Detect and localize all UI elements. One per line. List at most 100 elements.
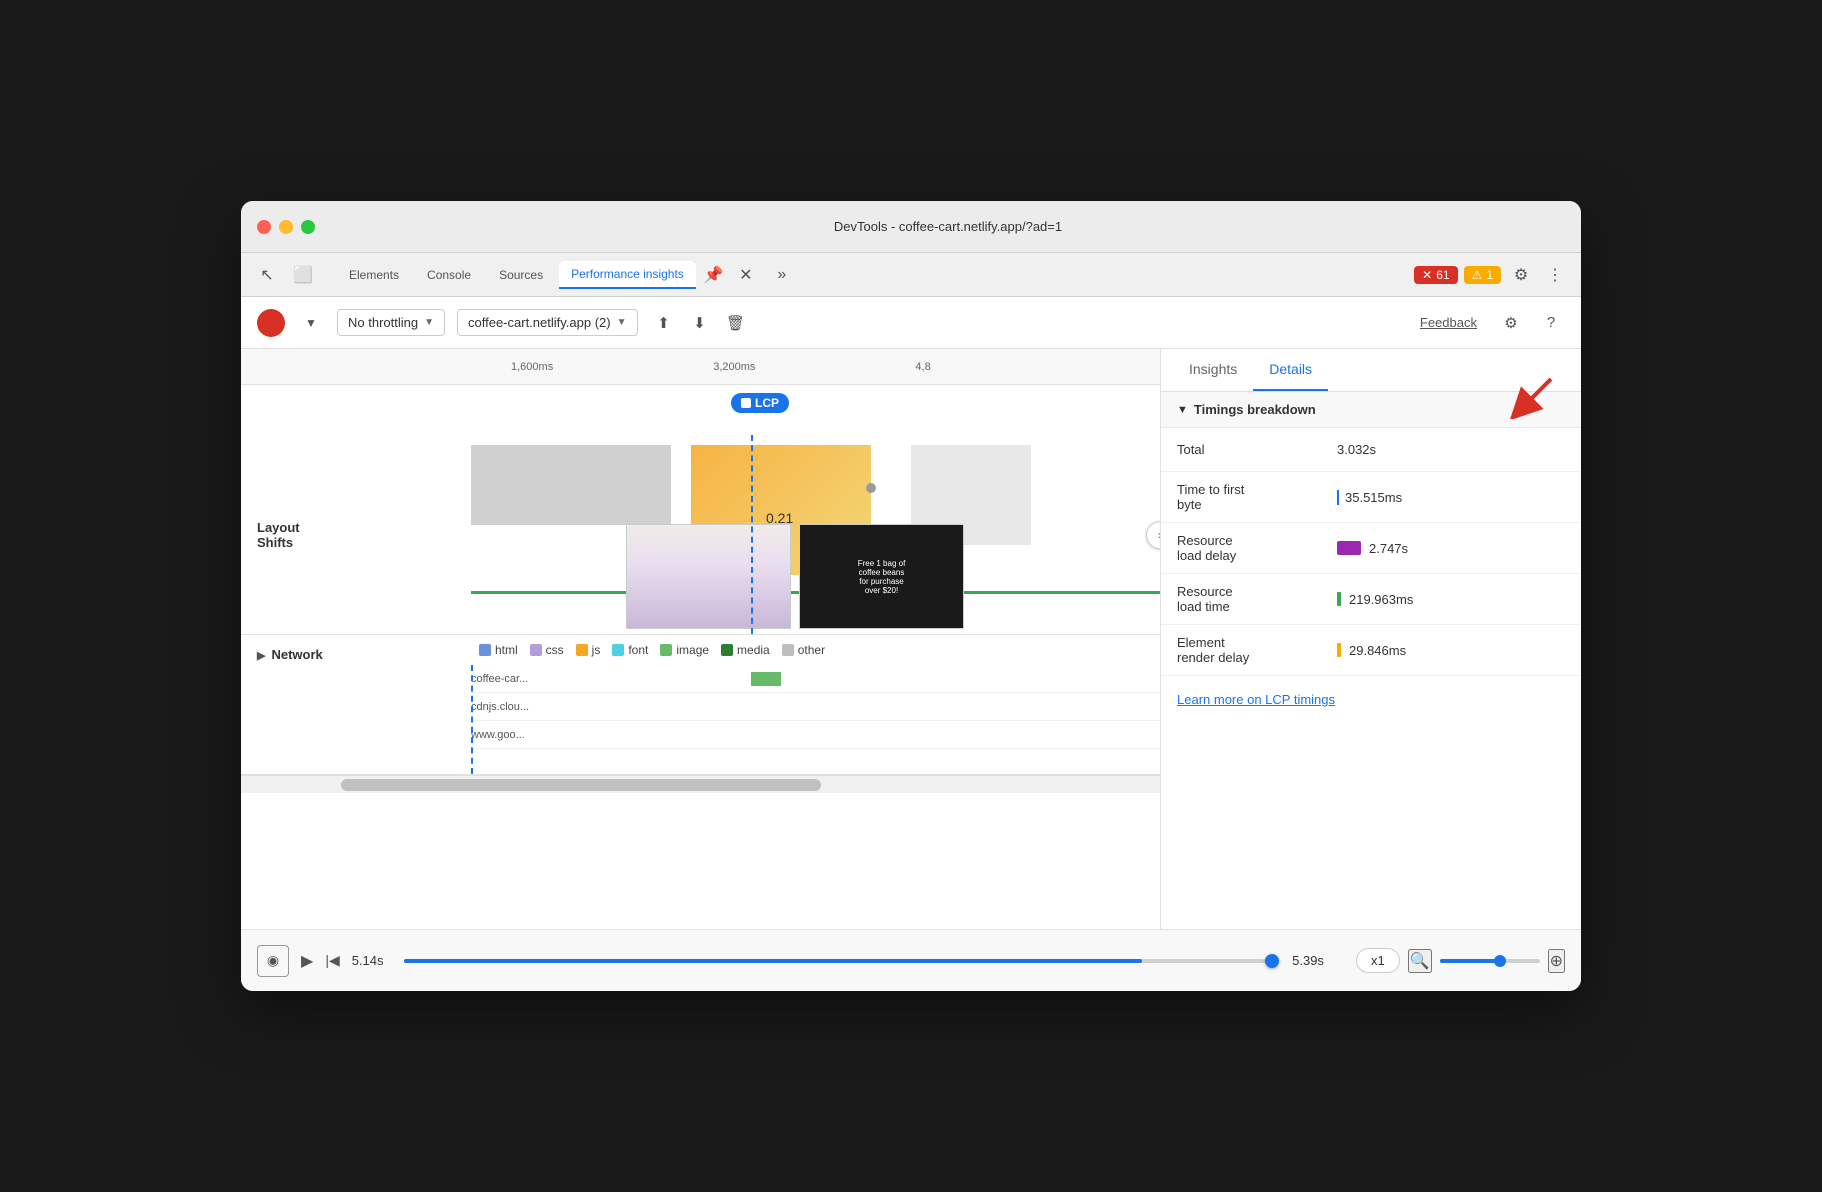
thumbnails: Free 1 bag ofcoffee beansfor purchaseove… — [626, 524, 964, 629]
slider-thumb[interactable] — [1265, 954, 1279, 968]
timing-value-rld: 2.747s — [1337, 541, 1408, 556]
network-area: ▶ Network html css — [241, 635, 1160, 775]
delete-icon[interactable]: 🗑 — [722, 309, 750, 337]
timing-row-erd: Elementrender delay 29.846ms — [1161, 625, 1581, 676]
close-button[interactable] — [257, 220, 271, 234]
minimize-button[interactable] — [279, 220, 293, 234]
network-row-3[interactable]: www.goo... — [471, 721, 1160, 749]
pin-icon[interactable]: 📌 — [700, 261, 728, 289]
learn-more-link[interactable]: Learn more on LCP timings — [1161, 676, 1581, 723]
upload-icon[interactable]: ⬆ — [650, 309, 678, 337]
zoom-in-icon[interactable]: ⊕ — [1548, 949, 1565, 973]
ruler-mark-1: 1,600ms — [511, 361, 553, 373]
network-label[interactable]: ▶ Network — [241, 635, 471, 774]
tab-bar-right: ✕ 61 ⚠ 1 ⚙ ⋮ — [1414, 261, 1569, 289]
tab-insights[interactable]: Insights — [1173, 349, 1253, 391]
tab-sources[interactable]: Sources — [487, 262, 555, 288]
network-row-3-label: www.goo... — [471, 729, 525, 741]
main-content: 1,600ms 3,200ms 4,8 LCP LayoutShifts — [241, 349, 1581, 929]
download-icon[interactable]: ⬇ — [686, 309, 714, 337]
record-button[interactable] — [257, 309, 285, 337]
maximize-button[interactable] — [301, 220, 315, 234]
scroll-thumb[interactable] — [341, 779, 821, 791]
other-color-dot — [782, 644, 794, 656]
toolbar-action-icons: ⬆ ⬇ 🗑 — [650, 309, 750, 337]
url-label: coffee-cart.netlify.app (2) — [468, 315, 611, 330]
resource-load-delay-bar — [1337, 541, 1361, 555]
play-button[interactable]: ▶ — [301, 951, 313, 971]
window-title: DevTools - coffee-cart.netlify.app/?ad=1 — [331, 219, 1565, 234]
thumbnail-2[interactable]: Free 1 bag ofcoffee beansfor purchaseove… — [799, 524, 964, 629]
html-color-dot — [479, 644, 491, 656]
tab-bar-icons: ↖ ⬜ — [253, 261, 317, 289]
arrow-annotation — [1491, 369, 1561, 419]
timing-label-ttfb: Time to firstbyte — [1177, 482, 1337, 512]
timing-value-rlt: 219.963ms — [1337, 592, 1413, 607]
zoom-out-icon[interactable]: 🔍 — [1408, 949, 1432, 973]
screenshot-icon[interactable]: ◉ — [257, 945, 289, 977]
title-bar: DevTools - coffee-cart.netlify.app/?ad=1 — [241, 201, 1581, 253]
network-row-2[interactable]: cdnjs.clou... — [471, 693, 1160, 721]
network-row-1[interactable]: coffee-car... — [471, 665, 1160, 693]
timing-value-ttfb: 35.515ms — [1337, 490, 1402, 505]
ruler-mark-3: 4,8 — [915, 361, 930, 373]
gear-settings-icon[interactable]: ⚙ — [1497, 309, 1525, 337]
legend-media: media — [721, 643, 770, 657]
network-expand-icon[interactable]: ▶ — [257, 649, 265, 662]
more-options-icon[interactable]: ⋮ — [1541, 261, 1569, 289]
throttling-label: No throttling — [348, 315, 418, 330]
legend-js: js — [576, 643, 601, 657]
cursor-icon[interactable]: ↖ — [253, 261, 281, 289]
close-tab-icon[interactable]: ✕ — [732, 261, 760, 289]
slider-fill — [404, 959, 1142, 963]
layout-shifts-content[interactable]: 0.21 Free 1 bag ofcoffee beansfor purcha… — [471, 435, 1160, 634]
throttling-dropdown[interactable]: No throttling ▼ — [337, 309, 445, 336]
playback-slider[interactable] — [404, 959, 1273, 963]
tab-performance-insights[interactable]: Performance insights — [559, 261, 696, 289]
help-icon[interactable]: ? — [1537, 309, 1565, 337]
settings-icon[interactable]: ⚙ — [1507, 261, 1535, 289]
feedback-link[interactable]: Feedback — [1420, 315, 1477, 330]
lcp-area: LCP — [241, 385, 1160, 435]
font-label: font — [628, 643, 648, 657]
thumbnail-2-content: Free 1 bag ofcoffee beansfor purchaseove… — [800, 525, 963, 628]
timing-label-rld: Resourceload delay — [1177, 533, 1337, 563]
js-label: js — [592, 643, 601, 657]
timing-row-ttfb: Time to firstbyte 35.515ms — [1161, 472, 1581, 523]
warning-badge[interactable]: ⚠ 1 — [1464, 266, 1501, 284]
network-row-2-label: cdnjs.clou... — [471, 701, 529, 713]
tab-bar: ↖ ⬜ Elements Console Sources Performance… — [241, 253, 1581, 297]
horizontal-scrollbar[interactable] — [241, 775, 1160, 793]
dropdown-arrow-icon[interactable]: ▼ — [297, 309, 325, 337]
js-color-dot — [576, 644, 588, 656]
time-end: 5.39s — [1292, 953, 1324, 968]
thumbnail-1[interactable] — [626, 524, 791, 629]
bottom-toolbar: ◉ ▶ |◀ 5.14s 5.39s x1 🔍 ⊕ — [241, 929, 1581, 991]
section-collapse-icon[interactable]: ▼ — [1177, 404, 1188, 416]
skip-to-start-icon[interactable]: |◀ — [325, 952, 339, 969]
url-dropdown-chevron-icon: ▼ — [617, 317, 627, 328]
network-row-1-label: coffee-car... — [471, 673, 528, 685]
tab-details[interactable]: Details — [1253, 349, 1328, 391]
ruler-marks: 1,600ms 3,200ms 4,8 — [471, 361, 931, 373]
tab-elements[interactable]: Elements — [337, 262, 411, 288]
error-count: 61 — [1436, 268, 1449, 282]
layout-shifts-text: LayoutShifts — [257, 520, 300, 550]
more-tabs-icon[interactable]: » — [768, 261, 796, 289]
right-panel: Insights Details ▼ Timings breakdown — [1161, 349, 1581, 929]
timing-label-erd: Elementrender delay — [1177, 635, 1337, 665]
network-rows: coffee-car... cdnjs.clou... www.goo... — [471, 665, 1160, 774]
zoom-slider[interactable] — [1440, 959, 1540, 963]
dropdown-chevron-icon: ▼ — [424, 317, 434, 328]
timing-value-total: 3.032s — [1337, 442, 1376, 457]
device-icon[interactable]: ⬜ — [289, 261, 317, 289]
layout-shifts-area: LayoutShifts 0.21 — [241, 435, 1160, 635]
url-dropdown[interactable]: coffee-cart.netlify.app (2) ▼ — [457, 309, 638, 336]
error-icon: ✕ — [1422, 268, 1432, 282]
error-badge[interactable]: ✕ 61 — [1414, 266, 1457, 284]
zoom-thumb[interactable] — [1494, 955, 1506, 967]
timings-section: ▼ Timings breakdown Total 3.032s Time to… — [1161, 392, 1581, 723]
css-color-dot — [530, 644, 542, 656]
network-legend: html css js font — [471, 635, 1160, 665]
tab-console[interactable]: Console — [415, 262, 483, 288]
